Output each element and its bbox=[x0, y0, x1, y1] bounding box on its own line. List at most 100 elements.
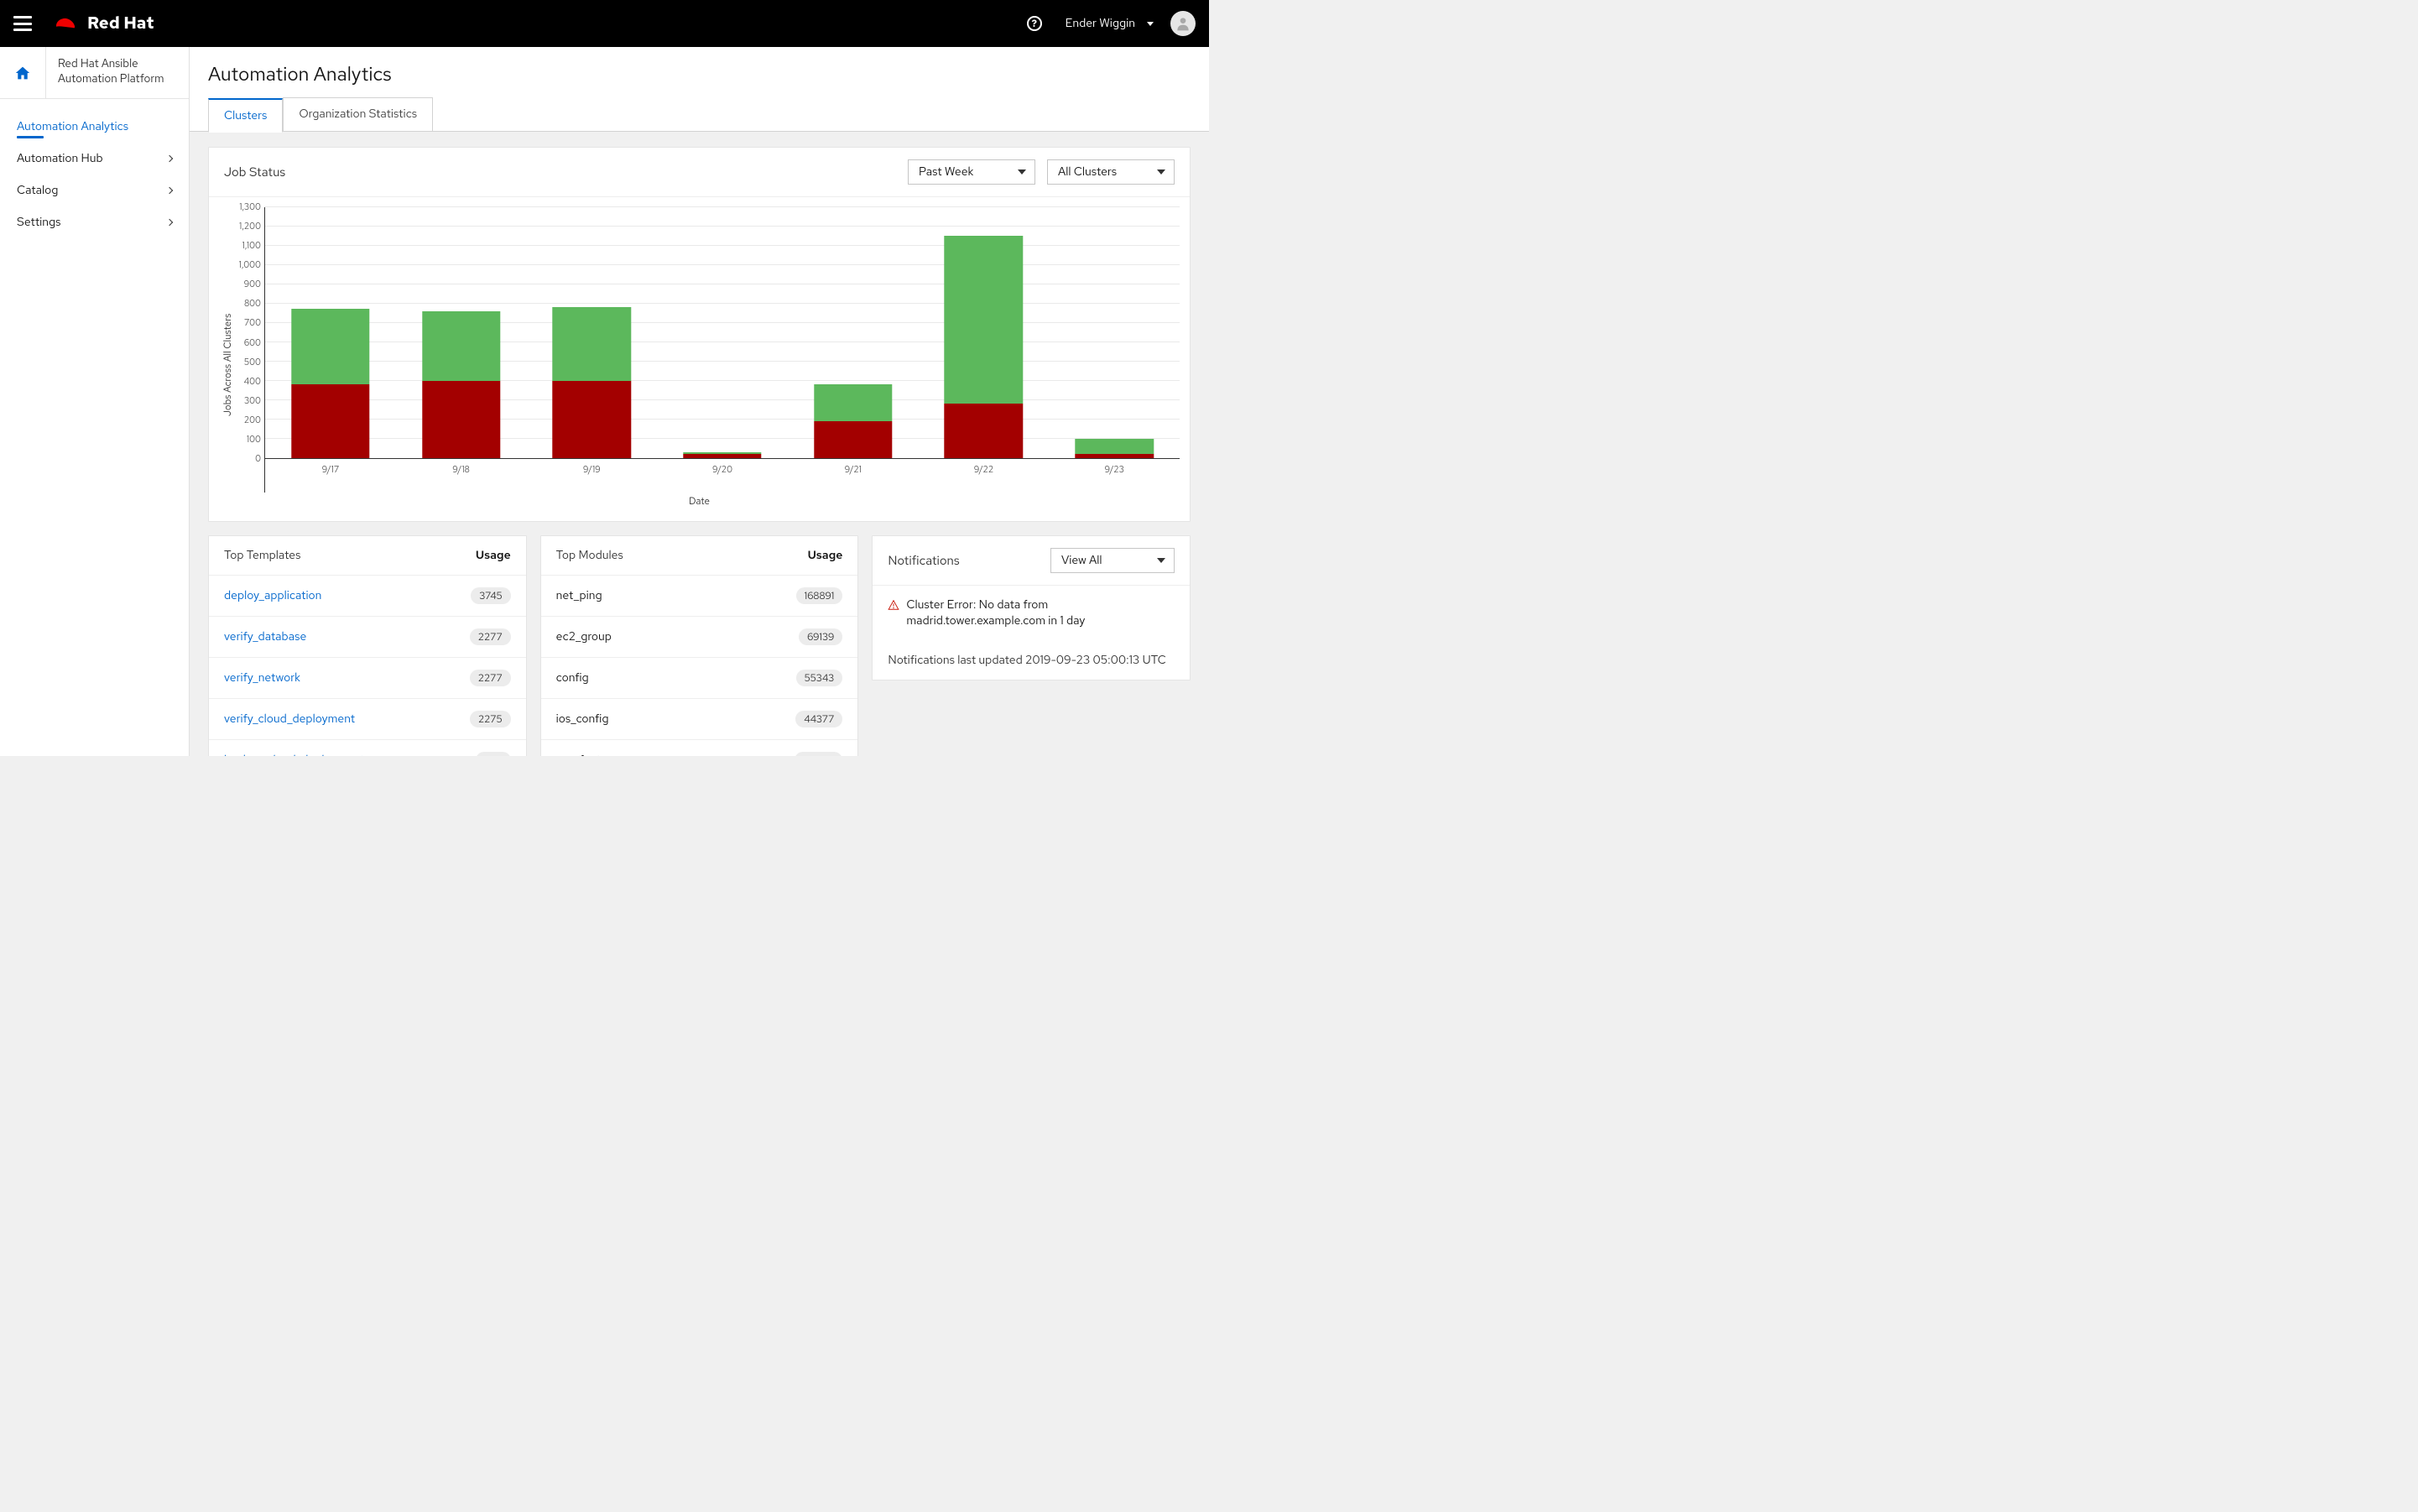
job-status-card: Job Status Past Week All Clusters Jobs A… bbox=[208, 147, 1191, 522]
sidebar-nav: Automation Analytics Automation Hub Catalo… bbox=[0, 99, 189, 250]
notifications-card: Notifications View All Cluster Error: No… bbox=[872, 535, 1191, 680]
caret-down-icon bbox=[1157, 169, 1165, 175]
bar-segment-failed bbox=[945, 404, 1023, 458]
list-item: backup_cloud_deployment 292 bbox=[209, 740, 526, 756]
hamburger-icon[interactable] bbox=[13, 16, 32, 31]
item-name: config bbox=[556, 670, 589, 686]
item-name[interactable]: verify_database bbox=[224, 629, 306, 644]
item-name[interactable]: verify_network bbox=[224, 670, 300, 686]
bar-segment-failed bbox=[422, 381, 500, 458]
sidebar-item-label: Settings bbox=[17, 215, 61, 230]
chart-x-label: Date bbox=[219, 494, 1180, 508]
notification-item: Cluster Error: No data from madrid.tower… bbox=[873, 586, 1190, 641]
top-modules-card: Top Modules Usage net_ping168891ec2_grou… bbox=[540, 535, 859, 756]
usage-pill: 55343 bbox=[796, 670, 843, 686]
bar-9/21[interactable] bbox=[814, 384, 892, 458]
bar-segment-successful bbox=[814, 384, 892, 421]
usage-pill: 292 bbox=[476, 752, 511, 756]
notifications-title: Notifications bbox=[888, 552, 959, 569]
item-name: net_ping bbox=[556, 588, 602, 603]
list-item: ios_config 44377 bbox=[541, 699, 858, 740]
y-tick: 1,200 bbox=[239, 221, 261, 232]
bar-9/23[interactable] bbox=[1075, 439, 1153, 458]
usage-header: Usage bbox=[476, 548, 511, 563]
y-tick: 1,100 bbox=[242, 240, 261, 252]
y-tick: 900 bbox=[244, 279, 261, 290]
user-icon bbox=[1175, 15, 1191, 32]
y-tick: 600 bbox=[244, 337, 261, 349]
chevron-right-icon bbox=[166, 155, 173, 162]
item-name: ios_config bbox=[556, 712, 609, 727]
sidebar-item-label: Catalog bbox=[17, 183, 58, 198]
y-tick: 0 bbox=[255, 453, 261, 465]
bar-segment-failed bbox=[1075, 454, 1153, 458]
x-tick: 9/17 bbox=[265, 459, 396, 493]
list-item: net_ping 168891 bbox=[541, 576, 858, 617]
sidebar-item-catalog[interactable]: Catalog bbox=[0, 175, 189, 206]
usage-pill: 2277 bbox=[470, 628, 511, 645]
bar-segment-failed bbox=[291, 384, 369, 458]
bar-segment-failed bbox=[814, 421, 892, 458]
bar-9/19[interactable] bbox=[553, 307, 631, 458]
usage-pill: 30406 bbox=[795, 752, 843, 756]
avatar[interactable] bbox=[1170, 11, 1196, 36]
job-status-chart: Jobs Across All Clusters 010020030040050… bbox=[219, 207, 1180, 493]
bar-9/20[interactable] bbox=[683, 452, 761, 458]
cluster-select[interactable]: All Clusters bbox=[1047, 159, 1175, 185]
job-status-title: Job Status bbox=[224, 164, 285, 180]
sidebar-item-automation-analytics[interactable]: Automation Analytics bbox=[0, 111, 189, 143]
x-tick: 9/18 bbox=[396, 459, 527, 493]
bar-segment-successful bbox=[291, 309, 369, 384]
bar-segment-failed bbox=[553, 381, 631, 458]
notifications-updated: Notifications last updated 2019-09-23 05… bbox=[873, 641, 1190, 680]
x-tick: 9/20 bbox=[657, 459, 788, 493]
list-item: verify_network 2277 bbox=[209, 658, 526, 699]
item-name[interactable]: backup_cloud_deployment bbox=[224, 753, 364, 756]
user-menu[interactable]: Ender Wiggin bbox=[1066, 16, 1154, 31]
y-tick: 1,000 bbox=[239, 259, 261, 271]
date-range-select[interactable]: Past Week bbox=[908, 159, 1035, 185]
sidebar-item-label: Automation Hub bbox=[17, 151, 103, 166]
sidebar-item-settings[interactable]: Settings bbox=[0, 206, 189, 238]
help-icon[interactable]: ? bbox=[1027, 16, 1042, 31]
caret-down-icon bbox=[1018, 169, 1026, 175]
item-name[interactable]: verify_cloud_deployment bbox=[224, 712, 355, 727]
bar-9/22[interactable] bbox=[945, 236, 1023, 458]
tab-organization-statistics[interactable]: Organization Statistics bbox=[283, 97, 433, 132]
top-templates-title: Top Templates bbox=[224, 548, 300, 563]
page-header: Automation Analytics ClustersOrganizatio… bbox=[190, 47, 1209, 132]
brand-logo[interactable]: Red Hat bbox=[52, 13, 154, 34]
y-tick: 100 bbox=[247, 434, 261, 446]
bar-9/17[interactable] bbox=[291, 309, 369, 458]
x-tick: 9/22 bbox=[919, 459, 1050, 493]
y-tick: 1,300 bbox=[239, 201, 261, 213]
usage-pill: 3745 bbox=[471, 587, 510, 604]
sidebar-item-label: Automation Analytics bbox=[17, 119, 128, 134]
item-name: eos_facts bbox=[556, 753, 606, 756]
usage-pill: 168891 bbox=[796, 587, 843, 604]
home-icon[interactable] bbox=[0, 47, 46, 98]
y-tick: 700 bbox=[244, 317, 261, 329]
list-item: deploy_application 3745 bbox=[209, 576, 526, 617]
tab-clusters[interactable]: Clusters bbox=[208, 98, 283, 133]
user-name: Ender Wiggin bbox=[1066, 16, 1135, 31]
usage-pill: 2275 bbox=[470, 711, 511, 727]
usage-header: Usage bbox=[808, 548, 843, 563]
sidebar-item-automation-hub[interactable]: Automation Hub bbox=[0, 143, 189, 175]
usage-pill: 44377 bbox=[795, 711, 842, 727]
caret-down-icon bbox=[1157, 558, 1165, 563]
item-name: ec2_group bbox=[556, 629, 612, 644]
top-templates-card: Top Templates Usage deploy_application 37… bbox=[208, 535, 527, 756]
list-item: config 55343 bbox=[541, 658, 858, 699]
y-tick: 800 bbox=[244, 298, 261, 310]
x-tick: 9/23 bbox=[1049, 459, 1180, 493]
notifications-filter-select[interactable]: View All bbox=[1050, 548, 1175, 573]
x-tick: 9/19 bbox=[526, 459, 657, 493]
y-tick: 300 bbox=[244, 395, 261, 407]
warning-icon bbox=[888, 599, 899, 611]
usage-pill: 2277 bbox=[470, 670, 511, 686]
bar-segment-successful bbox=[1075, 439, 1153, 454]
item-name[interactable]: deploy_application bbox=[224, 588, 321, 603]
bar-9/18[interactable] bbox=[422, 311, 500, 458]
x-tick: 9/21 bbox=[788, 459, 919, 493]
